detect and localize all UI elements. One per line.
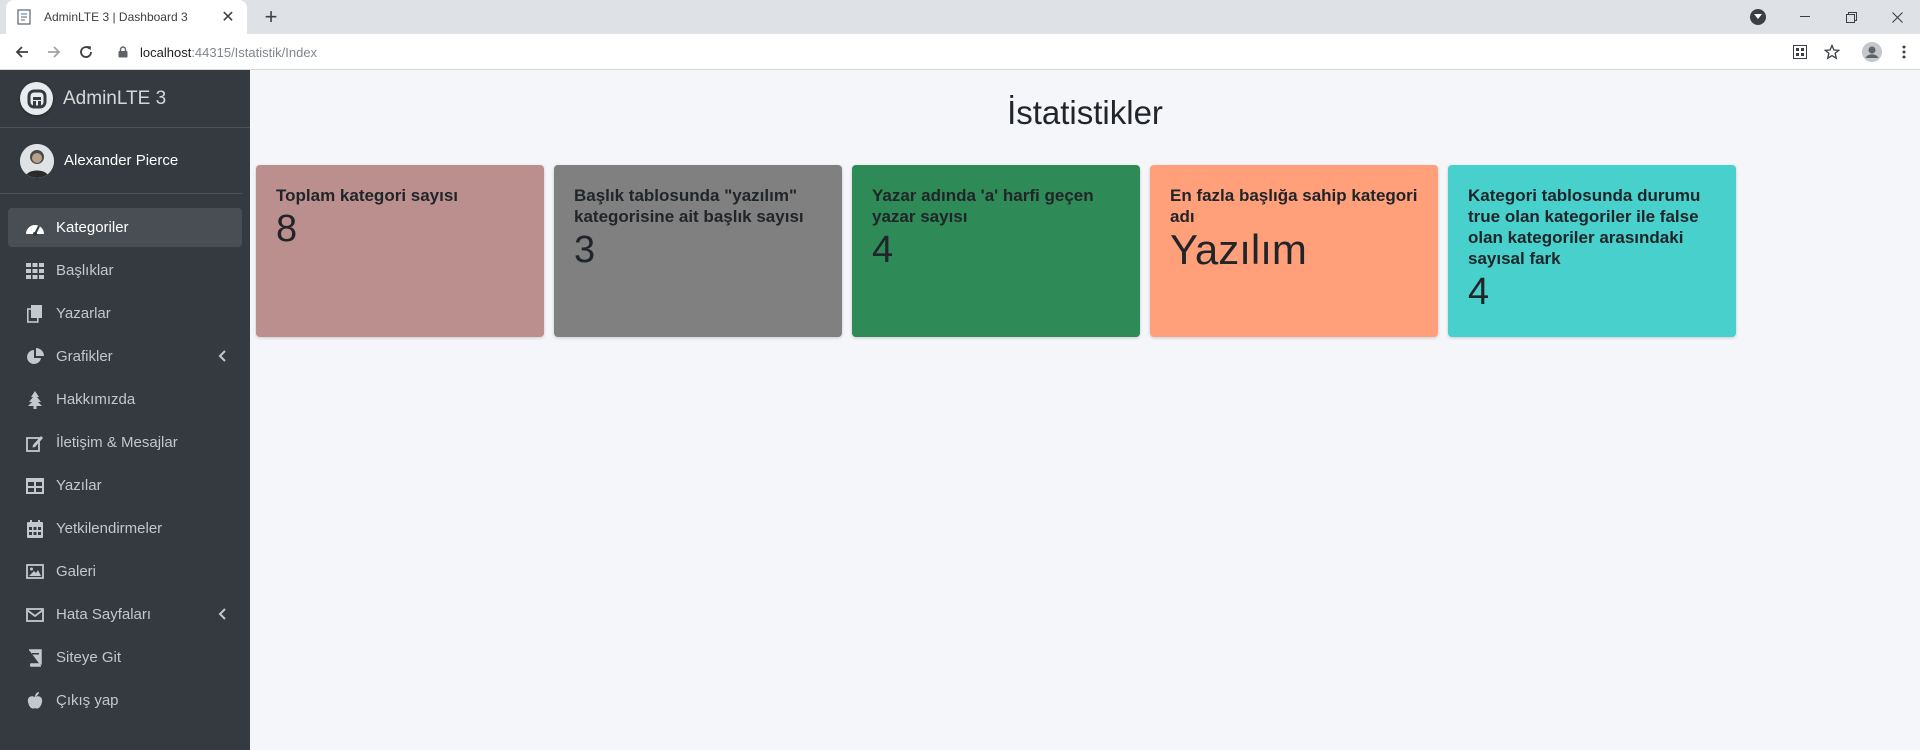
page-title: İstatistikler (1007, 94, 1163, 131)
copy-icon (24, 304, 46, 324)
sidebar-item-label: Grafikler (56, 348, 113, 365)
stat-box-total-categories: Toplam kategori sayısı 8 (256, 165, 544, 337)
user-name[interactable]: Alexander Pierce (64, 152, 178, 169)
adminlte-logo-icon (20, 82, 53, 115)
restore-icon[interactable] (1828, 0, 1874, 34)
tree-icon (24, 390, 46, 410)
toolbar-actions (1784, 40, 1920, 64)
browser-tab[interactable]: AdminLTE 3 | Dashboard 3 ✕ (6, 0, 247, 34)
sidebar-item-grafikler[interactable]: Grafikler (8, 337, 242, 376)
stat-box-value: 3 (574, 229, 596, 271)
book-icon (24, 648, 46, 668)
tab-close-icon[interactable]: ✕ (219, 7, 237, 27)
browser-toolbar: localhost:44315/Istatistik/Index (0, 34, 1920, 70)
forward-icon[interactable] (42, 40, 66, 64)
stat-box-value: 8 (276, 208, 298, 250)
address-bar[interactable]: localhost:44315/Istatistik/Index (110, 38, 1800, 66)
stat-box-top-category: En fazla başlığa sahip kategori adı Yazı… (1150, 165, 1438, 337)
sidebar-item-iletisim-mesajlar[interactable]: İletişim & Mesajlar (8, 423, 242, 462)
new-tab-button[interactable]: + (258, 4, 284, 30)
lock-icon[interactable] (116, 45, 130, 59)
stat-box-label: En fazla başlığa sahip kategori adı (1170, 186, 1418, 226)
stat-box-status-difference: Kategori tablosunda durumu true olan kat… (1448, 165, 1736, 337)
table-icon (24, 476, 46, 496)
brand-link[interactable]: AdminLTE 3 (0, 70, 250, 128)
stat-box-label: Kategori tablosunda durumu true olan kat… (1468, 186, 1701, 268)
back-icon[interactable] (10, 40, 34, 64)
stat-box-authors-with-a: Yazar adında 'a' harfi geçen yazar sayıs… (852, 165, 1140, 337)
envelope-icon (24, 605, 46, 625)
stat-box-label: Yazar adında 'a' harfi geçen yazar sayıs… (872, 186, 1094, 226)
sidebar-item-label: Başlıklar (56, 262, 114, 279)
sidebar-item-siteye-git[interactable]: Siteye Git (8, 638, 242, 677)
stat-box-label: Başlık tablosunda "yazılım" kategorisine… (574, 186, 804, 226)
sidebar-item-label: Yazılar (56, 477, 102, 494)
sidebar-item-label: Siteye Git (56, 649, 122, 666)
tachometer-icon (24, 218, 46, 238)
window-controls (1750, 0, 1920, 34)
sidebar-item-kategoriler[interactable]: Kategoriler (8, 208, 242, 247)
sidebar-item-yetkilendirmeler[interactable]: Yetkilendirmeler (8, 509, 242, 548)
grid-icon (24, 261, 46, 281)
url-path: :44315/Istatistik/Index (191, 44, 318, 60)
sidebar-item-cikis-yap[interactable]: Çıkış yap (8, 681, 242, 720)
sidebar-item-basliklar[interactable]: Başlıklar (8, 251, 242, 290)
stat-box-value: Yazılım (1170, 226, 1307, 273)
reload-icon[interactable] (74, 40, 98, 64)
browser-tab-bar: AdminLTE 3 | Dashboard 3 ✕ + (0, 0, 1920, 34)
apple-icon (24, 691, 46, 711)
close-window-icon[interactable] (1874, 0, 1920, 34)
sidebar: AdminLTE 3 Alexander Pierce Kategoriler … (0, 70, 250, 750)
calendar-icon (24, 519, 46, 539)
edit-icon (24, 433, 46, 453)
sidebar-item-hata-sayfalari[interactable]: Hata Sayfaları (8, 595, 242, 634)
sidebar-item-label: Yazarlar (56, 305, 111, 322)
pie-chart-icon (24, 347, 46, 367)
bookmark-star-icon[interactable] (1816, 40, 1848, 64)
tab-title: AdminLTE 3 | Dashboard 3 (44, 10, 188, 24)
sidebar-item-label: İletişim & Mesajlar (56, 434, 178, 451)
sidebar-item-label: Hakkımızda (56, 391, 136, 408)
chevron-left-icon (218, 607, 228, 621)
sidebar-item-yazilar[interactable]: Yazılar (8, 466, 242, 505)
stat-box-label: Toplam kategori sayısı (276, 186, 459, 205)
sidebar-nav: Kategoriler Başlıklar Yazarlar Grafikler (0, 194, 250, 720)
translate-icon[interactable] (1784, 40, 1816, 64)
sidebar-item-label: Çıkış yap (56, 692, 119, 709)
brand-text: AdminLTE 3 (63, 87, 167, 109)
page-favicon-icon (16, 9, 32, 25)
menu-kebab-icon[interactable] (1888, 40, 1920, 64)
user-panel[interactable]: Alexander Pierce (0, 128, 242, 194)
sidebar-item-label: Hata Sayfaları (56, 606, 152, 623)
profile-icon[interactable] (1856, 40, 1888, 64)
image-icon (24, 562, 46, 582)
stat-box-value: 4 (1468, 271, 1490, 313)
stat-box-software-headings: Başlık tablosunda "yazılım" kategorisine… (554, 165, 842, 337)
avatar (20, 143, 54, 178)
chevron-left-icon (218, 349, 228, 363)
stat-box-value: 4 (872, 229, 894, 271)
minimize-icon[interactable] (1782, 0, 1828, 34)
sidebar-item-label: Kategoriler (56, 219, 129, 236)
sidebar-item-label: Yetkilendirmeler (56, 520, 163, 537)
main-content: İstatistikler Toplam kategori sayısı 8 B… (250, 70, 1920, 750)
url-host: localhost (140, 44, 192, 60)
sidebar-item-galeri[interactable]: Galeri (8, 552, 242, 591)
tab-search-icon[interactable] (1750, 9, 1766, 25)
sidebar-item-hakkimizda[interactable]: Hakkımızda (8, 380, 242, 419)
sidebar-item-yazarlar[interactable]: Yazarlar (8, 294, 242, 333)
sidebar-item-label: Galeri (56, 563, 97, 580)
